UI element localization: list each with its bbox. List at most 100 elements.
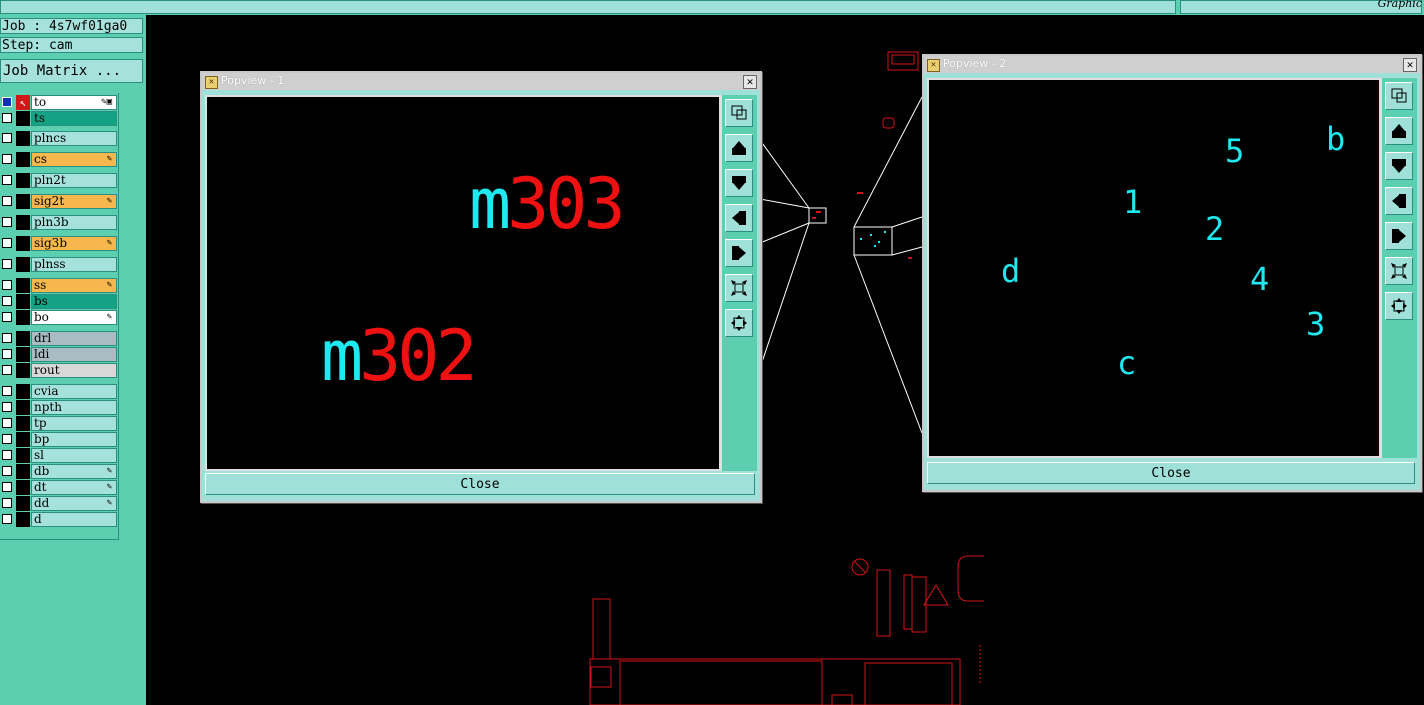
layer-checkbox[interactable] <box>2 365 12 375</box>
layer-name[interactable]: db <box>31 464 117 479</box>
layer-checkbox[interactable] <box>2 238 12 248</box>
layer-name[interactable]: pln3b <box>31 215 117 230</box>
layer-row-plnss[interactable]: plnss <box>0 257 117 272</box>
layer-row-dd[interactable]: dd ✎ <box>0 496 117 511</box>
pan-right-button[interactable] <box>725 239 753 267</box>
layer-affected-toggle[interactable] <box>16 257 30 272</box>
layer-checkbox[interactable] <box>2 349 12 359</box>
layer-name[interactable]: cvia <box>31 384 117 399</box>
layer-checkbox[interactable] <box>2 418 12 428</box>
layer-row-bp[interactable]: bp <box>0 432 117 447</box>
pan-down-button[interactable] <box>725 169 753 197</box>
zoom-out-button[interactable] <box>1385 257 1413 285</box>
layer-checkbox[interactable] <box>2 402 12 412</box>
layer-row-pln2t[interactable]: pln2t <box>0 173 117 188</box>
layer-name[interactable]: plncs <box>31 131 117 146</box>
layer-name[interactable]: sig3b <box>31 236 117 251</box>
layer-name[interactable]: sl <box>31 448 117 463</box>
layer-name[interactable]: d <box>31 512 117 527</box>
layer-row-npth[interactable]: npth <box>0 400 117 415</box>
layer-affected-toggle[interactable] <box>16 448 30 463</box>
layer-name[interactable]: drl <box>31 331 117 346</box>
popview-2-close-button[interactable]: Close <box>927 462 1415 484</box>
layer-affected-toggle[interactable] <box>16 111 30 126</box>
pan-up-button[interactable] <box>725 134 753 162</box>
layer-affected-toggle[interactable] <box>16 464 30 479</box>
layer-affected-toggle[interactable] <box>16 416 30 431</box>
pan-right-button[interactable] <box>1385 222 1413 250</box>
layer-affected-toggle[interactable] <box>16 331 30 346</box>
layer-row-cs[interactable]: cs ✎ <box>0 152 117 167</box>
layer-row-sig3b[interactable]: sig3b ✎ <box>0 236 117 251</box>
popview-2-viewport[interactable]: 5 b 1 2 d 4 3 c <box>927 78 1381 458</box>
layer-affected-toggle[interactable] <box>16 152 30 167</box>
layer-row-ts[interactable]: ts <box>0 111 117 126</box>
layer-checkbox[interactable] <box>2 154 12 164</box>
pan-up-button[interactable] <box>1385 117 1413 145</box>
layer-row-pln3b[interactable]: pln3b <box>0 215 117 230</box>
job-matrix-button[interactable]: Job Matrix ... <box>0 59 143 83</box>
layer-checkbox[interactable] <box>2 113 12 123</box>
layer-name[interactable]: dt <box>31 480 117 495</box>
layer-name[interactable]: cs <box>31 152 117 167</box>
layer-affected-toggle[interactable] <box>16 384 30 399</box>
layer-row-sl[interactable]: sl <box>0 448 117 463</box>
graphics-canvas[interactable]: ✕ Popview - 1 ✕ m303 m302 Close ✕ Popvie… <box>146 15 1424 705</box>
pan-left-button[interactable] <box>1385 187 1413 215</box>
zoom-out-button[interactable] <box>725 274 753 302</box>
zoom-in-button[interactable] <box>1385 292 1413 320</box>
layer-row-ldi[interactable]: ldi <box>0 347 117 362</box>
layer-checkbox[interactable] <box>2 196 12 206</box>
layer-row-cvia[interactable]: cvia <box>0 384 117 399</box>
layer-name[interactable]: npth <box>31 400 117 415</box>
zoom-window-button[interactable] <box>725 99 753 127</box>
layer-name[interactable]: bo <box>31 310 117 325</box>
layer-name[interactable]: plnss <box>31 257 117 272</box>
layer-row-tp[interactable]: tp <box>0 416 117 431</box>
layer-affected-toggle[interactable] <box>16 512 30 527</box>
layer-checkbox[interactable] <box>2 333 12 343</box>
layer-affected-toggle[interactable] <box>16 496 30 511</box>
layer-affected-toggle[interactable] <box>16 400 30 415</box>
layer-checkbox[interactable] <box>2 312 12 322</box>
layer-row-plncs[interactable]: plncs <box>0 131 117 146</box>
layer-name[interactable]: bs <box>31 294 117 309</box>
layer-affected-toggle[interactable] <box>16 347 30 362</box>
layer-affected-toggle[interactable] <box>16 480 30 495</box>
layer-name[interactable]: rout <box>31 363 117 378</box>
layer-checkbox[interactable] <box>2 280 12 290</box>
layer-affected-toggle[interactable] <box>16 173 30 188</box>
close-icon[interactable]: ✕ <box>743 75 757 89</box>
layer-row-d[interactable]: d <box>0 512 117 527</box>
layer-affected-toggle[interactable] <box>16 278 30 293</box>
layer-checkbox[interactable] <box>2 386 12 396</box>
layer-checkbox[interactable] <box>2 97 12 107</box>
layer-row-dt[interactable]: dt ✎ <box>0 480 117 495</box>
layer-name[interactable]: tp <box>31 416 117 431</box>
popview-2-titlebar[interactable]: ✕ Popview - 2 ✕ <box>924 56 1420 73</box>
layer-checkbox[interactable] <box>2 133 12 143</box>
popview-1-titlebar[interactable]: ✕ Popview - 1 ✕ <box>202 73 760 90</box>
layer-checkbox[interactable] <box>2 514 12 524</box>
layer-name[interactable]: dd <box>31 496 117 511</box>
layer-affected-toggle[interactable] <box>16 236 30 251</box>
layer-name[interactable]: sig2t <box>31 194 117 209</box>
layer-affected-toggle[interactable] <box>16 131 30 146</box>
layer-checkbox[interactable] <box>2 175 12 185</box>
layer-checkbox[interactable] <box>2 498 12 508</box>
layer-checkbox[interactable] <box>2 434 12 444</box>
pan-down-button[interactable] <box>1385 152 1413 180</box>
layer-name[interactable]: pln2t <box>31 173 117 188</box>
layer-row-sig2t[interactable]: sig2t ✎ <box>0 194 117 209</box>
popview-1-viewport[interactable]: m303 m302 <box>205 95 721 471</box>
layer-checkbox[interactable] <box>2 466 12 476</box>
layer-checkbox[interactable] <box>2 482 12 492</box>
layer-name[interactable]: bp <box>31 432 117 447</box>
layer-checkbox[interactable] <box>2 217 12 227</box>
layer-row-ss[interactable]: ss ✎ <box>0 278 117 293</box>
layer-checkbox[interactable] <box>2 296 12 306</box>
layer-row-rout[interactable]: rout <box>0 363 117 378</box>
layer-name[interactable]: ldi <box>31 347 117 362</box>
layer-affected-toggle[interactable] <box>16 310 30 325</box>
layer-row-bo[interactable]: bo ✎ <box>0 310 117 325</box>
